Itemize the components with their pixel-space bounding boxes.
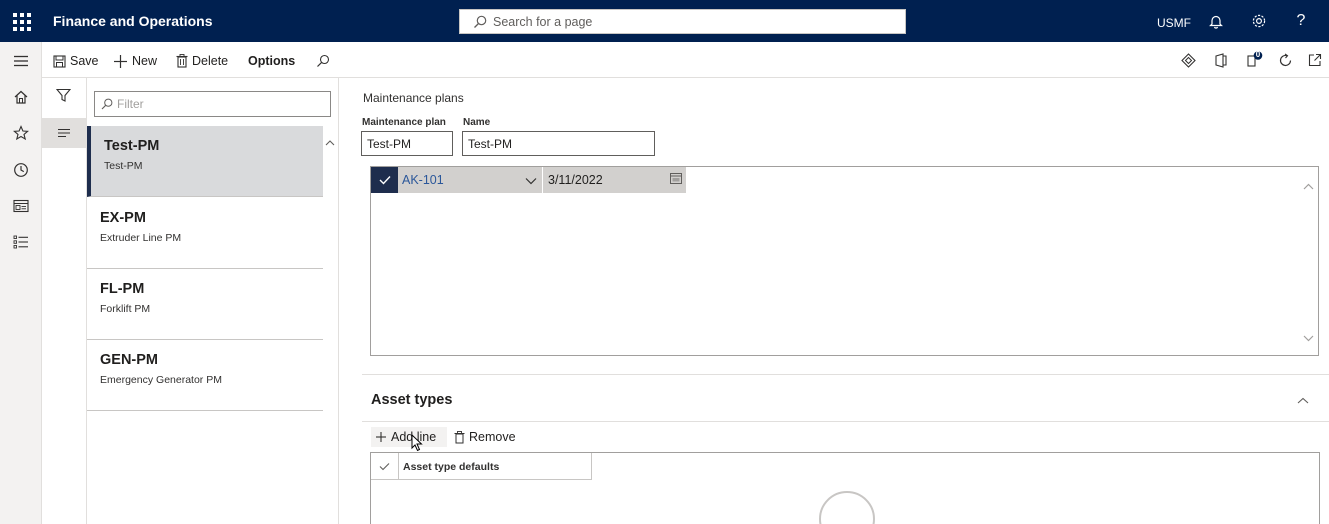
list-item-title: Test-PM xyxy=(104,138,160,154)
top-navigation-bar: Finance and Operations USMF ? xyxy=(0,0,1329,42)
name-label: Name xyxy=(463,117,491,128)
new-button[interactable]: New xyxy=(113,51,157,71)
calendar-icon[interactable] xyxy=(670,172,682,184)
maintenance-plan-lines-grid: AK-101 3/11/2022 xyxy=(370,166,1319,356)
list-item-subtitle: Emergency Generator PM xyxy=(100,374,222,386)
favorites-star-icon[interactable] xyxy=(11,123,31,143)
list-item[interactable]: GEN-PM Emergency Generator PM xyxy=(87,340,323,411)
delete-button[interactable]: Delete xyxy=(176,51,228,71)
date-cell[interactable]: 3/11/2022 xyxy=(542,167,686,193)
new-label: New xyxy=(132,54,158,68)
filter-box[interactable] xyxy=(94,91,331,117)
row-checkmark-icon[interactable] xyxy=(371,167,398,193)
list-item-subtitle: Extruder Line PM xyxy=(100,232,182,244)
attachments-icon[interactable]: 0 xyxy=(1246,50,1264,69)
save-label: Save xyxy=(70,54,99,68)
search-box[interactable] xyxy=(459,9,906,34)
maintenance-plan-field[interactable] xyxy=(361,131,453,156)
home-icon[interactable] xyxy=(11,87,31,107)
grid-scroll-up-icon[interactable] xyxy=(1303,179,1314,193)
workspaces-icon[interactable] xyxy=(11,196,31,216)
left-navigation xyxy=(0,42,42,524)
asset-types-grid: Asset type defaults xyxy=(370,452,1320,524)
list-item-title: GEN-PM xyxy=(100,352,158,368)
action-search-icon[interactable] xyxy=(316,51,334,71)
list-item-title: FL-PM xyxy=(100,281,145,297)
app-launcher-icon[interactable] xyxy=(11,11,31,31)
modules-list-icon[interactable] xyxy=(11,232,31,252)
company-picker[interactable]: USMF xyxy=(1157,16,1191,30)
attachments-count-badge: 0 xyxy=(1255,50,1261,59)
asset-types-section-header[interactable]: Asset types xyxy=(362,374,1329,422)
asset-type-defaults-column-header[interactable]: Asset type defaults xyxy=(399,453,592,480)
plus-icon xyxy=(114,54,127,68)
maintenance-plan-label: Maintenance plan xyxy=(362,117,446,128)
app-title[interactable]: Finance and Operations xyxy=(53,13,212,29)
gear-icon[interactable] xyxy=(1250,12,1268,30)
power-apps-diamond-icon[interactable] xyxy=(1179,51,1197,69)
grid-scroll-down-icon[interactable] xyxy=(1303,331,1314,345)
empty-grid-illustration-icon xyxy=(819,491,875,524)
list-item-subtitle: Forklift PM xyxy=(100,303,151,315)
action-pane: Save New Delete Options 0 xyxy=(42,42,1329,78)
filter-search-icon xyxy=(101,98,113,110)
list-scroll-up-icon[interactable] xyxy=(325,138,335,149)
select-all-checkmark-icon[interactable] xyxy=(371,453,399,480)
details-pane: Maintenance plans Maintenance plan Name … xyxy=(340,78,1329,524)
add-line-button[interactable]: Add line xyxy=(371,427,447,447)
hamburger-menu-icon[interactable] xyxy=(11,51,31,71)
form-caption: Maintenance plans xyxy=(363,91,464,105)
refresh-icon[interactable] xyxy=(1276,51,1294,69)
name-field[interactable] xyxy=(462,131,655,156)
list-view-icon[interactable] xyxy=(42,118,86,148)
options-tab[interactable]: Options xyxy=(248,51,295,71)
recent-clock-icon[interactable] xyxy=(11,160,31,180)
remove-button[interactable]: Remove xyxy=(450,427,520,447)
list-item[interactable]: FL-PM Forklift PM xyxy=(87,269,323,340)
filter-input[interactable] xyxy=(117,96,317,112)
list-item-subtitle: Test-PM xyxy=(104,160,143,172)
save-button[interactable]: Save xyxy=(53,51,99,71)
save-icon xyxy=(53,54,66,68)
chevron-down-icon[interactable] xyxy=(525,174,537,188)
remove-label: Remove xyxy=(469,430,516,444)
bell-icon[interactable] xyxy=(1207,12,1225,30)
search-icon xyxy=(474,15,487,28)
section-title: Asset types xyxy=(371,392,453,408)
chevron-up-icon[interactable] xyxy=(1297,393,1309,407)
date-value: 3/11/2022 xyxy=(548,173,603,187)
table-row[interactable]: AK-101 3/11/2022 xyxy=(371,167,686,193)
list-pane: Test-PM Test-PM EX-PM Extruder Line PM F… xyxy=(87,78,339,524)
plus-icon xyxy=(376,432,386,442)
list-item[interactable]: EX-PM Extruder Line PM xyxy=(87,198,323,269)
search-input[interactable] xyxy=(493,13,893,31)
column-header-label: Asset type defaults xyxy=(403,461,500,473)
list-tools xyxy=(42,78,87,524)
office-icon[interactable] xyxy=(1212,51,1230,69)
asset-cell[interactable]: AK-101 xyxy=(402,173,444,187)
trash-icon xyxy=(454,430,465,443)
list-item-title: EX-PM xyxy=(100,210,146,226)
help-icon[interactable]: ? xyxy=(1292,12,1310,30)
list-item[interactable]: Test-PM Test-PM xyxy=(87,126,323,197)
filter-funnel-icon[interactable] xyxy=(55,88,72,106)
open-new-window-icon[interactable] xyxy=(1306,51,1324,69)
delete-label: Delete xyxy=(192,54,229,68)
trash-icon xyxy=(176,54,188,68)
